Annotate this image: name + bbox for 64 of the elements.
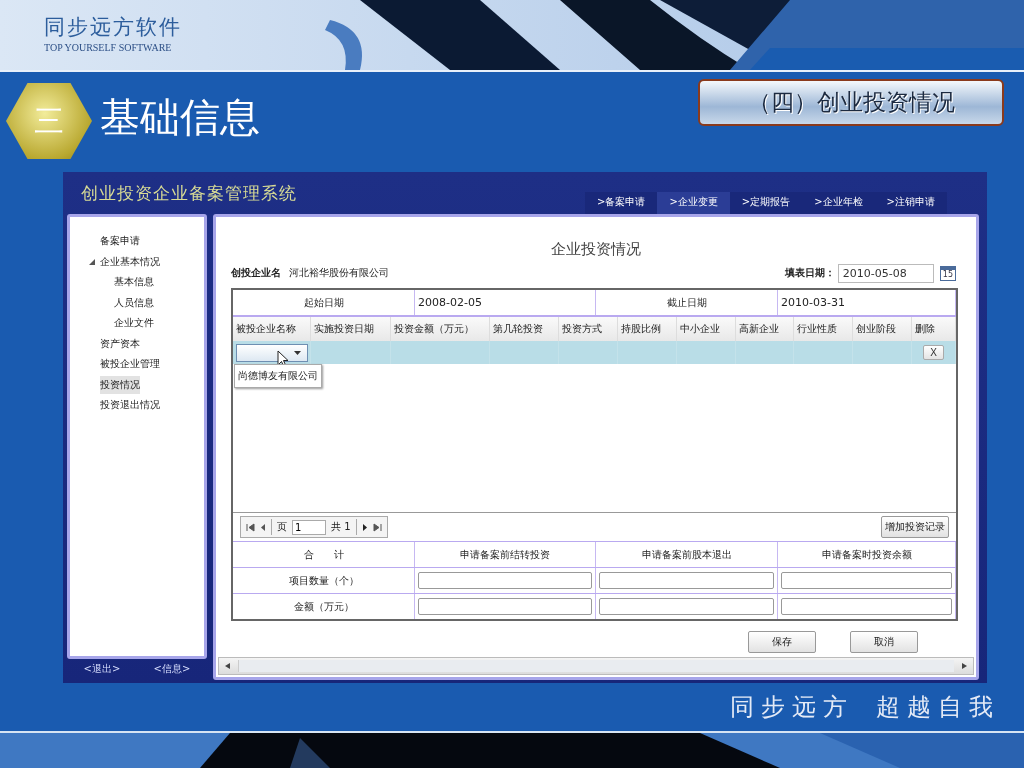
action-button[interactable]: 取消 <box>850 631 918 653</box>
sidebar-item[interactable]: 人员信息 <box>114 293 154 312</box>
table-cell: 起始日期 <box>233 290 415 315</box>
input-field[interactable] <box>418 572 592 589</box>
nav-tab[interactable]: >备案申请 <box>585 192 658 214</box>
date-value: 2008-02-05 <box>415 290 596 315</box>
sidebar-item[interactable]: 投资退出情况 <box>100 396 160 415</box>
date-label: 填表日期： <box>784 266 835 280</box>
page-label: 页 <box>277 520 287 534</box>
section-number-badge: 三 <box>6 83 92 159</box>
next-page-icon <box>361 522 368 532</box>
company-label: 创投企业名 <box>231 266 281 280</box>
delete-button[interactable]: X <box>923 345 944 360</box>
nav-tab[interactable]: >企业年检 <box>802 192 875 214</box>
table-cell: 截止日期 <box>596 290 778 315</box>
brand-tagline: TOP YOURSELF SOFTWARE <box>44 42 173 53</box>
table-cell: 申请备案前结转投资 <box>415 542 596 567</box>
nav-tab[interactable]: >注销申请 <box>874 192 947 214</box>
last-page-icon <box>372 522 382 532</box>
date-field[interactable]: 2010-05-08 <box>837 263 934 283</box>
footer-link[interactable]: <信息> <box>153 662 191 676</box>
form-heading: 企业投资情况 <box>550 239 642 260</box>
table-cell: 申请备案时投资余额 <box>778 542 956 567</box>
date-value: 2010-03-31 <box>778 290 956 315</box>
action-button[interactable]: 保存 <box>748 631 816 653</box>
sidebar-item[interactable]: 被投企业管理 <box>100 355 160 374</box>
page-number-field[interactable]: 1 <box>292 519 326 535</box>
right-arrow-icon <box>962 663 967 669</box>
company-dropdown[interactable] <box>235 343 308 362</box>
nav-tab[interactable]: >企业变更 <box>657 192 730 214</box>
dropdown-option[interactable]: 尚德博友有限公司 <box>235 365 321 387</box>
row-label: 项目数量（个） <box>233 568 415 593</box>
sidebar-item[interactable]: 备案申请 <box>100 232 140 251</box>
section-title: 基础信息 <box>100 94 260 142</box>
horizontal-scrollbar[interactable] <box>218 657 974 675</box>
input-field[interactable] <box>599 572 774 589</box>
input-field[interactable] <box>418 598 592 615</box>
sidebar-item[interactable]: 投资情况 <box>100 375 140 394</box>
sidebar-item[interactable]: 基本信息 <box>114 273 154 292</box>
table-row[interactable]: X <box>233 341 956 364</box>
table-cell: 申请备案前股本退出 <box>596 542 778 567</box>
add-record-button[interactable]: 增加投资记录 <box>881 516 949 538</box>
input-field[interactable] <box>781 572 952 589</box>
brand-name: 同步远方软件 <box>44 14 183 40</box>
section-subtitle-button[interactable]: （四）创业投资情况 <box>698 79 1004 126</box>
sidebar-item[interactable]: 企业文件 <box>114 314 154 333</box>
input-field[interactable] <box>781 598 952 615</box>
footer-link[interactable]: <退出> <box>83 662 121 676</box>
input-field[interactable] <box>599 598 774 615</box>
company-name: 河北裕华股份有限公司 <box>289 266 389 280</box>
sidebar-item[interactable]: 企业基本情况 <box>100 252 160 271</box>
first-page-icon <box>246 522 255 532</box>
caret-icon <box>293 350 301 355</box>
calendar-icon[interactable]: 15 <box>939 265 956 281</box>
table-cell: 合 计 <box>233 542 415 567</box>
slogan-text: 同步远方 <box>730 692 854 723</box>
nav-tab[interactable]: >定期报告 <box>729 192 803 214</box>
sidebar-item[interactable]: 资产资本 <box>100 334 140 353</box>
page-total: 共 1 <box>331 520 351 534</box>
previous-page-icon <box>260 522 266 532</box>
left-arrow-icon <box>225 663 230 669</box>
row-label: 金额（万元） <box>233 594 415 619</box>
app-title: 创业投资企业备案管理系统 <box>80 181 297 205</box>
slogan-text: 超越自我 <box>876 692 1000 723</box>
